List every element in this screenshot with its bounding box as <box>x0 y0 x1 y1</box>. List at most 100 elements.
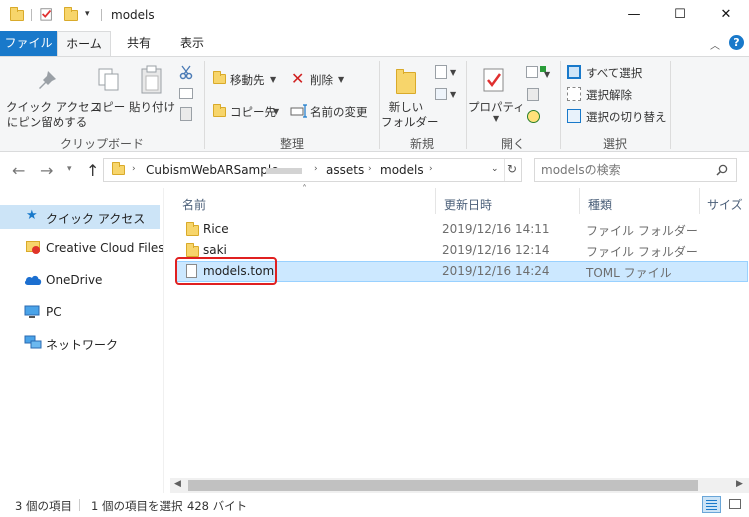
large-icons-view-icon <box>729 499 741 509</box>
properties-icon <box>483 68 504 92</box>
tab-share[interactable]: 共有 <box>115 31 163 56</box>
folder-icon <box>186 243 199 257</box>
chevron-right-icon[interactable]: › <box>368 164 372 174</box>
separator <box>204 61 205 149</box>
invert-selection-label: 選択の切り替え <box>586 110 667 124</box>
search-input[interactable] <box>541 162 711 178</box>
chevron-down-icon: ▼ <box>338 75 345 84</box>
folder-icon <box>186 222 199 236</box>
nav-item-network[interactable]: ネットワーク <box>0 331 160 355</box>
breadcrumb-project[interactable]: CubismWebARSample- <box>146 163 283 177</box>
chevron-right-icon[interactable]: › <box>429 164 433 174</box>
horizontal-scrollbar[interactable]: ◀ ▶ <box>170 478 749 493</box>
cloud-icon <box>24 275 42 285</box>
separator <box>560 61 561 149</box>
select-none-icon <box>567 87 581 101</box>
address-dropdown-icon[interactable]: ⌄ <box>491 164 499 174</box>
history-icon[interactable] <box>527 110 540 123</box>
new-folder-icon <box>396 69 416 94</box>
column-divider[interactable] <box>699 188 700 214</box>
new-item-icon[interactable] <box>435 65 447 79</box>
tab-file[interactable]: ファイル <box>0 31 57 56</box>
title-bar: ▾ models — ☐ ✕ <box>0 0 749 31</box>
up-button[interactable]: ↑ <box>86 161 99 180</box>
tab-home[interactable]: ホーム <box>57 31 111 56</box>
address-bar[interactable]: › CubismWebARSample- › assets › models ›… <box>103 158 522 182</box>
highlight-annotation <box>175 257 277 285</box>
edit-icon[interactable] <box>527 88 539 101</box>
search-box[interactable] <box>534 158 737 182</box>
column-header-name[interactable]: 名前 <box>182 196 206 213</box>
pane-splitter[interactable] <box>163 188 164 493</box>
details-view-button[interactable] <box>702 496 721 513</box>
file-name: saki <box>203 243 227 257</box>
back-button[interactable]: ← <box>12 161 25 180</box>
network-icon <box>24 335 42 349</box>
separator <box>31 9 32 21</box>
open-icon[interactable] <box>526 66 538 78</box>
scrollbar-thumb[interactable] <box>188 480 698 491</box>
paste-shortcut-icon[interactable] <box>180 107 192 121</box>
chevron-down-icon: ▼ <box>270 75 277 84</box>
breadcrumb-assets[interactable]: assets <box>326 163 364 177</box>
nav-item-pc[interactable]: PC <box>0 300 160 324</box>
copy-path-icon[interactable] <box>179 88 193 99</box>
help-icon[interactable]: ? <box>729 35 744 50</box>
column-header-size[interactable]: サイズ <box>707 196 743 213</box>
quick-access-dropdown-icon[interactable]: ▾ <box>85 9 90 19</box>
pin-label-line1: クイック アクセス <box>6 100 102 114</box>
large-icons-view-button[interactable] <box>725 496 744 513</box>
new-folder-label-line1: 新しい <box>388 100 424 114</box>
nav-label: PC <box>46 305 62 319</box>
search-icon[interactable] <box>716 164 728 176</box>
column-divider[interactable] <box>435 188 436 214</box>
delete-icon: ✕ <box>291 69 305 88</box>
forward-button[interactable]: → <box>40 161 53 180</box>
maximize-button[interactable]: ☐ <box>657 0 703 31</box>
nav-label: ネットワーク <box>46 338 119 352</box>
copy-icon <box>98 68 119 91</box>
refresh-icon[interactable]: ↻ <box>507 162 517 176</box>
paste-label: 貼り付け <box>129 100 175 114</box>
chevron-down-icon[interactable]: ▼ <box>450 68 456 77</box>
copy-folder-icon <box>213 104 226 117</box>
separator <box>466 61 467 149</box>
breadcrumb-models[interactable]: models <box>380 163 424 177</box>
table-row[interactable]: Rice 2019/12/16 14:11 ファイル フォルダー <box>176 219 748 240</box>
redacted-text <box>266 168 302 174</box>
item-count: 3 個の項目 <box>15 499 72 513</box>
sort-ascending-icon: ˄ <box>302 184 307 195</box>
select-all-label: すべて選択 <box>586 66 643 80</box>
nav-label: OneDrive <box>46 273 103 287</box>
minimize-button[interactable]: — <box>611 0 657 31</box>
chevron-down-icon[interactable]: ▼ <box>450 90 456 99</box>
column-divider[interactable] <box>579 188 580 214</box>
nav-item-onedrive[interactable]: OneDrive <box>0 268 160 292</box>
chevron-right-icon[interactable]: › <box>314 164 318 174</box>
organize-group-label: 整理 <box>279 137 304 151</box>
ribbon-collapse-icon[interactable]: ︿ <box>710 37 720 52</box>
easy-access-icon[interactable] <box>435 88 447 100</box>
selection-info: 1 個の項目を選択 <box>91 499 183 513</box>
recent-locations-icon[interactable]: ▾ <box>67 164 72 174</box>
cut-icon[interactable] <box>179 65 193 80</box>
properties-check-icon[interactable] <box>40 7 54 21</box>
new-folder-icon[interactable] <box>64 7 78 21</box>
column-header-type[interactable]: 種類 <box>588 196 612 213</box>
scroll-left-icon[interactable]: ◀ <box>174 479 181 489</box>
chevron-down-icon[interactable]: ▼ <box>544 70 550 79</box>
move-folder-icon <box>213 71 226 84</box>
nav-item-creative-cloud[interactable]: Creative Cloud Files <box>0 236 165 260</box>
scroll-right-icon[interactable]: ▶ <box>736 479 743 489</box>
new-folder-label-line2: フォルダー <box>381 115 439 129</box>
chevron-right-icon[interactable]: › <box>132 164 136 174</box>
folder-icon <box>10 7 24 21</box>
details-view-icon <box>706 500 717 501</box>
separator <box>379 61 380 149</box>
window-title: models <box>111 8 155 22</box>
file-date: 2019/12/16 14:11 <box>442 222 550 236</box>
column-header-date[interactable]: 更新日時 <box>444 196 492 213</box>
close-button[interactable]: ✕ <box>703 0 749 31</box>
tab-view[interactable]: 表示 <box>168 31 216 56</box>
nav-item-quick-access[interactable]: ★ クイック アクセス <box>0 205 160 229</box>
